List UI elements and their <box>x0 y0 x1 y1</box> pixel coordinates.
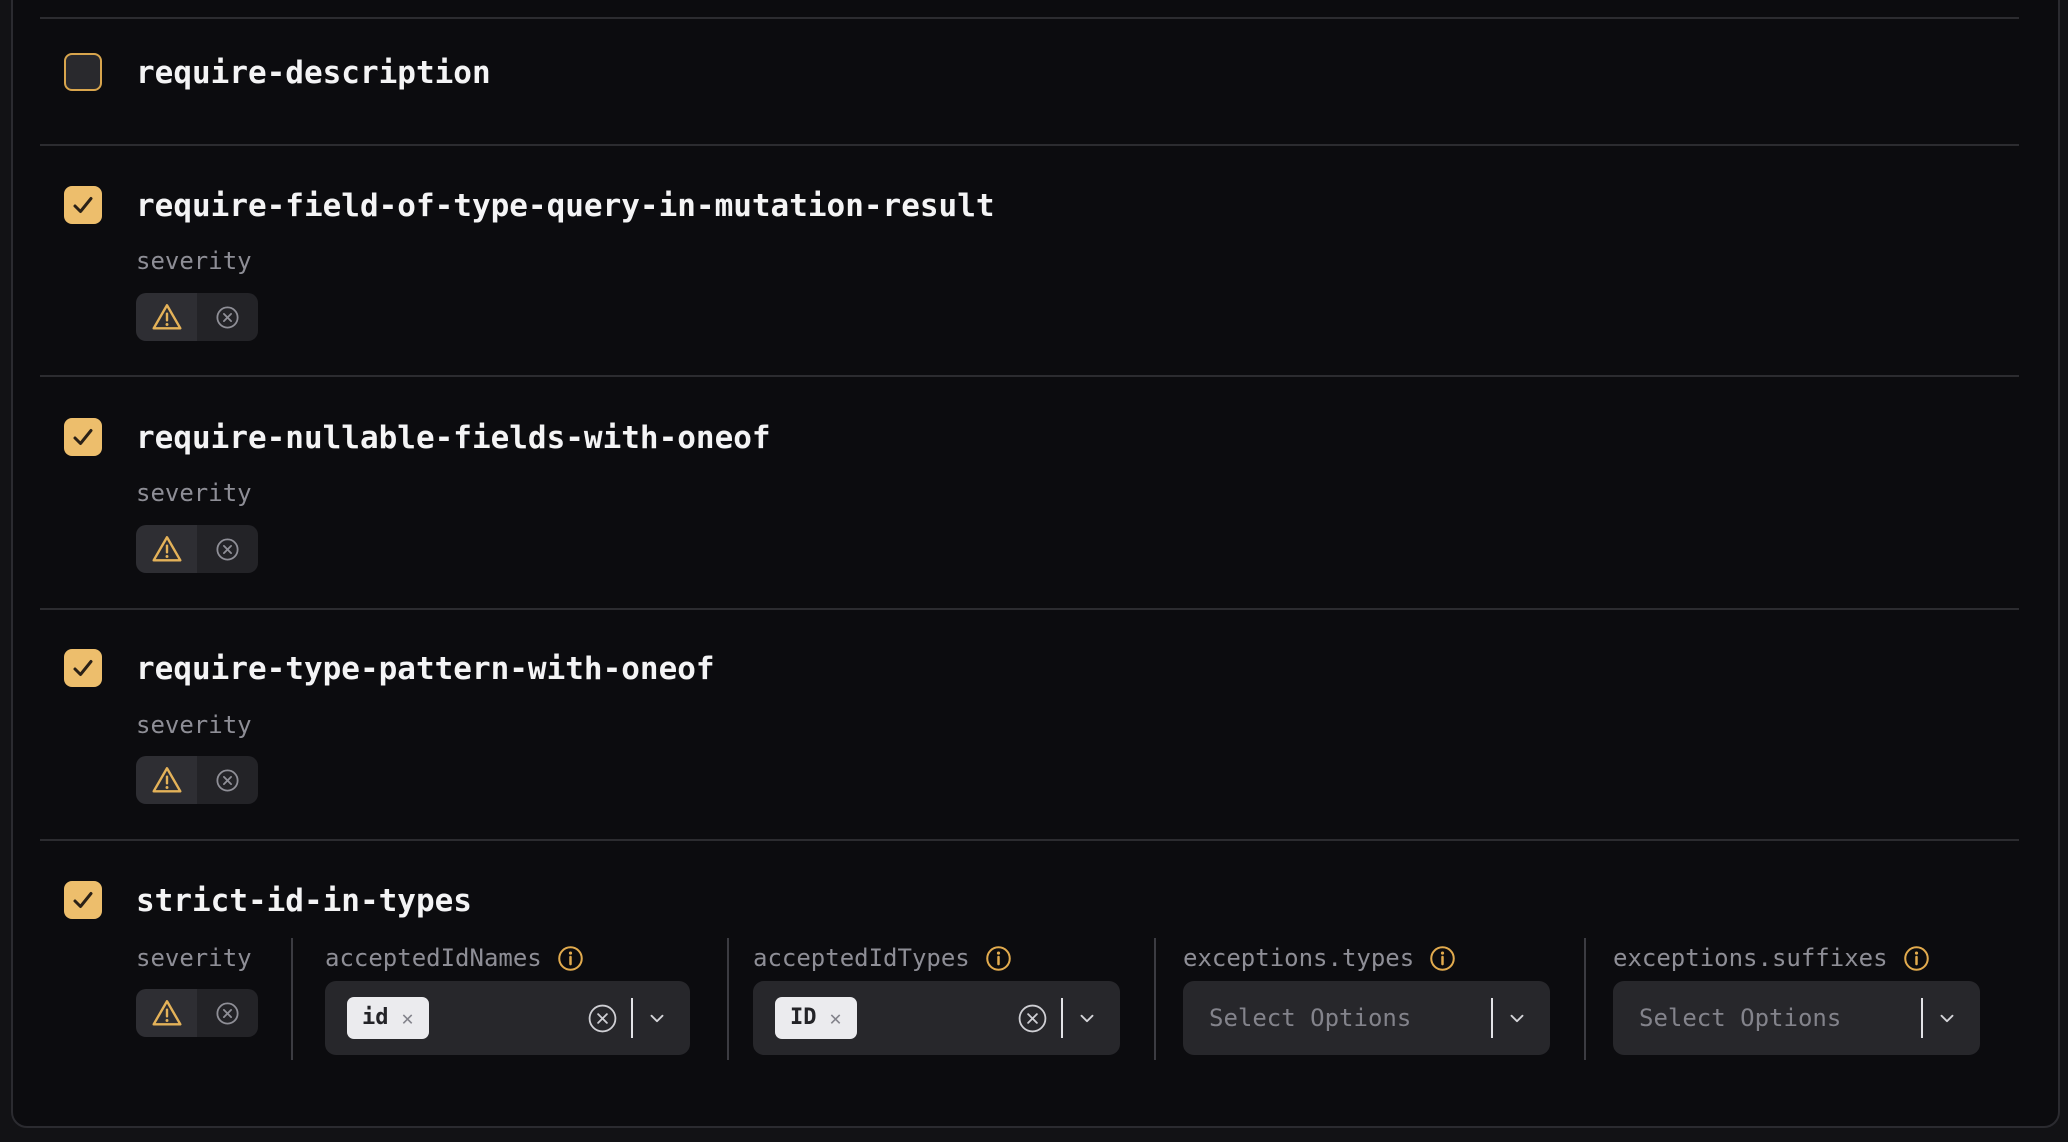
option-label-acceptedIdTypes: acceptedIdTypes <box>753 943 1012 973</box>
severity-warn-button[interactable] <box>136 989 197 1037</box>
checkbox-strict-id-in-types[interactable] <box>64 881 102 919</box>
tag-chip[interactable]: id ✕ <box>347 997 429 1039</box>
multiselect-acceptedIdTypes[interactable]: ID ✕ <box>753 981 1120 1055</box>
severity-toggle <box>136 525 258 573</box>
circle-x-icon <box>214 536 241 563</box>
warning-triangle-icon <box>151 765 183 795</box>
rule-title: strict-id-in-types <box>136 881 472 919</box>
checkmark-icon <box>70 192 96 218</box>
circle-x-icon <box>214 1000 241 1027</box>
checkmark-icon <box>70 655 96 681</box>
input-separator <box>1491 998 1493 1038</box>
severity-warn-button[interactable] <box>136 293 197 341</box>
rule-title: require-nullable-fields-with-oneof <box>136 418 771 456</box>
severity-label: severity <box>136 246 252 276</box>
checkmark-icon <box>70 424 96 450</box>
chevron-down-icon <box>646 1007 668 1029</box>
severity-label: severity <box>136 478 252 508</box>
option-label-exceptions-types: exceptions.types <box>1183 943 1456 973</box>
warning-triangle-icon <box>151 534 183 564</box>
dropdown-chevron-button[interactable] <box>1506 1007 1528 1029</box>
chevron-down-icon <box>1936 1007 1958 1029</box>
dropdown-chevron-button[interactable] <box>1076 1007 1098 1029</box>
option-label-acceptedIdNames: acceptedIdNames <box>325 943 584 973</box>
checkbox-require-nullable-fields-with-oneof[interactable] <box>64 418 102 456</box>
remove-tag-icon[interactable]: ✕ <box>402 997 414 1039</box>
row-divider <box>40 17 2019 19</box>
dropdown-chevron-button[interactable] <box>1936 1007 1958 1029</box>
circle-x-icon <box>214 304 241 331</box>
input-separator <box>1061 998 1063 1038</box>
rule-title: require-field-of-type-query-in-mutation-… <box>136 186 995 224</box>
tag-chip[interactable]: ID ✕ <box>775 997 857 1039</box>
circle-x-icon <box>214 767 241 794</box>
column-divider <box>727 938 729 1060</box>
info-icon[interactable] <box>985 945 1012 972</box>
checkmark-icon <box>70 887 96 913</box>
select-placeholder: Select Options <box>1635 1004 1841 1032</box>
severity-off-button[interactable] <box>197 293 258 341</box>
multiselect-exceptions-types[interactable]: Select Options <box>1183 981 1550 1055</box>
clear-all-button[interactable] <box>1017 1003 1048 1034</box>
checkbox-require-field-of-type-query-in-mutation-result[interactable] <box>64 186 102 224</box>
info-icon[interactable] <box>557 945 584 972</box>
checkbox-require-description[interactable] <box>64 53 102 91</box>
dropdown-chevron-button[interactable] <box>646 1007 668 1029</box>
circle-x-icon <box>587 1003 618 1034</box>
severity-warn-button[interactable] <box>136 525 197 573</box>
column-divider <box>291 938 293 1060</box>
severity-warn-button[interactable] <box>136 756 197 804</box>
info-icon[interactable] <box>1903 945 1930 972</box>
clear-all-button[interactable] <box>587 1003 618 1034</box>
chevron-down-icon <box>1076 1007 1098 1029</box>
severity-off-button[interactable] <box>197 989 258 1037</box>
multiselect-acceptedIdNames[interactable]: id ✕ <box>325 981 690 1055</box>
row-divider <box>40 839 2019 841</box>
option-label-exceptions-suffixes: exceptions.suffixes <box>1613 943 1930 973</box>
info-icon[interactable] <box>1429 945 1456 972</box>
rule-title: require-type-pattern-with-oneof <box>136 649 715 687</box>
multiselect-exceptions-suffixes[interactable]: Select Options <box>1613 981 1980 1055</box>
severity-toggle <box>136 293 258 341</box>
input-separator <box>631 998 633 1038</box>
severity-label: severity <box>136 943 252 973</box>
checkbox-require-type-pattern-with-oneof[interactable] <box>64 649 102 687</box>
severity-toggle <box>136 989 258 1037</box>
row-divider <box>40 144 2019 146</box>
severity-label: severity <box>136 710 252 740</box>
warning-triangle-icon <box>151 302 183 332</box>
tag-label: id <box>362 997 389 1039</box>
circle-x-icon <box>1017 1003 1048 1034</box>
chevron-down-icon <box>1506 1007 1528 1029</box>
rule-title: require-description <box>136 53 491 91</box>
row-divider <box>40 608 2019 610</box>
tag-label: ID <box>790 997 817 1039</box>
row-divider <box>40 375 2019 377</box>
input-separator <box>1921 998 1923 1038</box>
warning-triangle-icon <box>151 998 183 1028</box>
column-divider <box>1154 938 1156 1060</box>
severity-off-button[interactable] <box>197 525 258 573</box>
remove-tag-icon[interactable]: ✕ <box>830 997 842 1039</box>
severity-off-button[interactable] <box>197 756 258 804</box>
column-divider <box>1584 938 1586 1060</box>
severity-toggle <box>136 756 258 804</box>
select-placeholder: Select Options <box>1205 1004 1411 1032</box>
